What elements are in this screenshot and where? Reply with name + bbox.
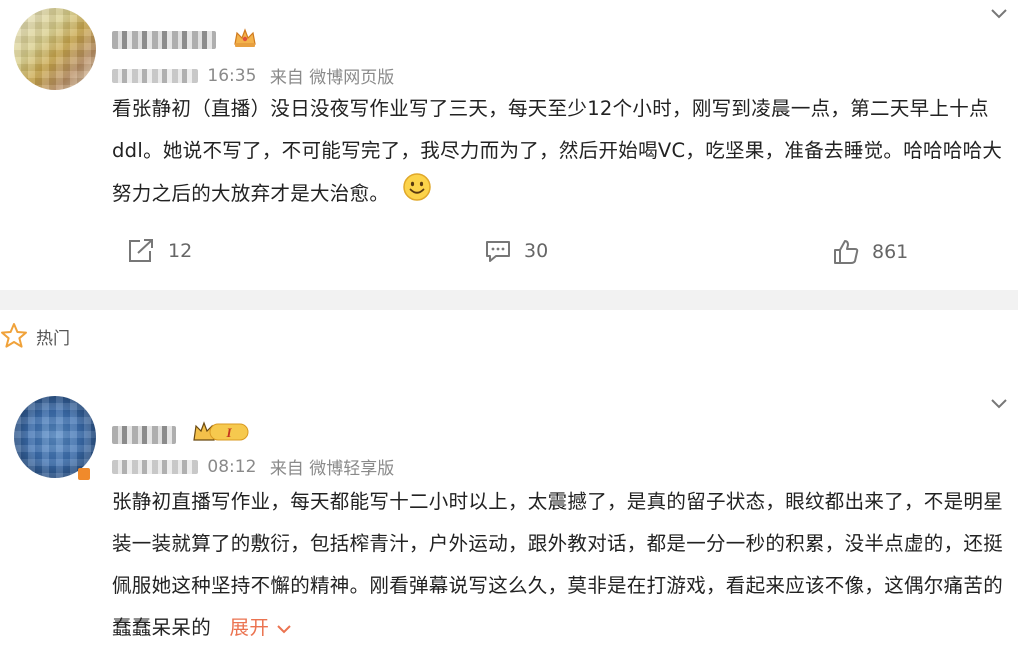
expand-link[interactable]: 展开 [230, 616, 292, 639]
like-button[interactable]: 861 [832, 238, 908, 266]
post-source: 来自 微博轻享版 [269, 459, 395, 479]
comment-post-2: I 08:12 来自 微博轻享版 张静初直播写作业，每天都能写十二小时以上，太震… [0, 380, 1018, 646]
expand-chevron-icon [276, 624, 291, 633]
post-source: 来自 微博网页版 [269, 68, 395, 88]
repost-count: 12 [168, 240, 193, 262]
crown-badge-icon [232, 26, 258, 53]
smile-emoji [402, 172, 432, 217]
post-time: 16:35 [207, 65, 257, 86]
chevron-down-icon[interactable] [990, 8, 1008, 20]
hot-section-header: 热门 [0, 322, 70, 350]
action-bar: 12 30 861 [0, 238, 1018, 278]
chevron-down-icon[interactable] [990, 398, 1008, 410]
star-icon [1, 323, 27, 348]
like-icon [834, 240, 859, 264]
comment-post-1: 16:35 来自 微博网页版 看张静初（直播）没日没夜写作业写了三天，每天至少1… [0, 0, 1018, 290]
section-divider [0, 290, 1018, 310]
comment-icon [486, 241, 510, 262]
avatar[interactable] [14, 8, 96, 90]
comment-count: 30 [524, 240, 549, 262]
live-indicator [78, 468, 90, 480]
post-meta: 08:12 来自 微博轻享版 [112, 454, 394, 479]
avatar[interactable] [14, 396, 96, 478]
repost-icon [129, 239, 153, 262]
post-time: 08:12 [207, 456, 257, 477]
username[interactable] [112, 26, 258, 49]
username[interactable]: I [112, 420, 250, 444]
like-count: 861 [872, 241, 909, 263]
comment-button[interactable]: 30 [484, 238, 548, 264]
repost-button[interactable]: 12 [126, 238, 192, 264]
vip-level-text: I [226, 425, 233, 440]
post-text: 张静初直播写作业，每天都能写十二小时以上，太震撼了，是真的留子状态，眼纹都出来了… [112, 490, 1004, 639]
post-text: 看张静初（直播）没日没夜写作业写了三天，每天至少12个小时，刚写到凌晨一点，第二… [112, 88, 1007, 217]
hot-label: 热门 [36, 328, 70, 349]
post-meta: 16:35 来自 微博网页版 [112, 63, 394, 88]
vip-level-badge-icon: I [192, 420, 250, 449]
